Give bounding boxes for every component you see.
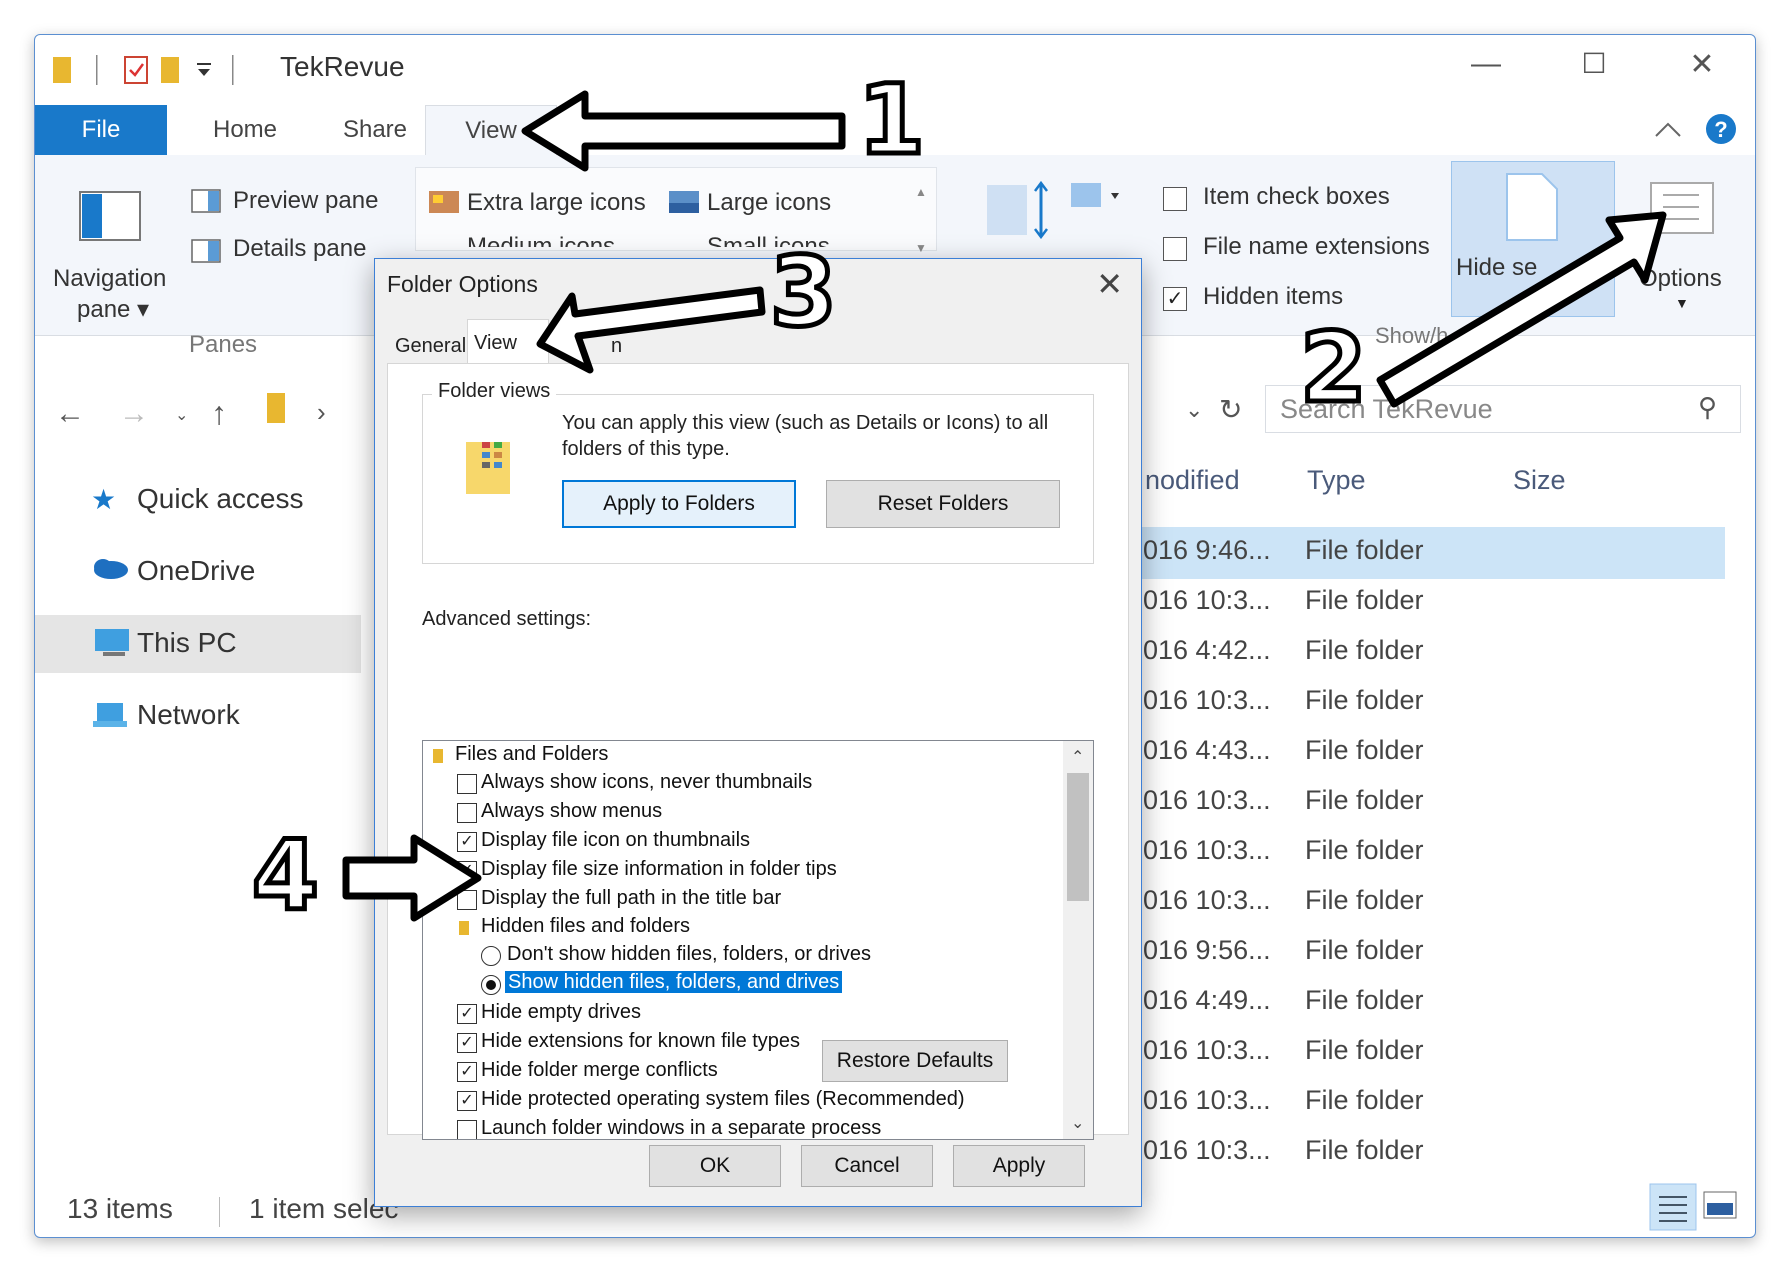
arrow-1 [521,90,846,172]
annotation-layer [342,90,1667,922]
annotation-number-1: 1 [856,62,928,179]
annotation-number-2: 2 [1298,310,1370,427]
arrow-2 [1376,211,1667,408]
arrow-4 [342,834,482,922]
annotation-number-4: 4 [250,818,322,935]
arrow-3 [536,286,766,374]
annotation-number-3: 3 [768,234,840,351]
